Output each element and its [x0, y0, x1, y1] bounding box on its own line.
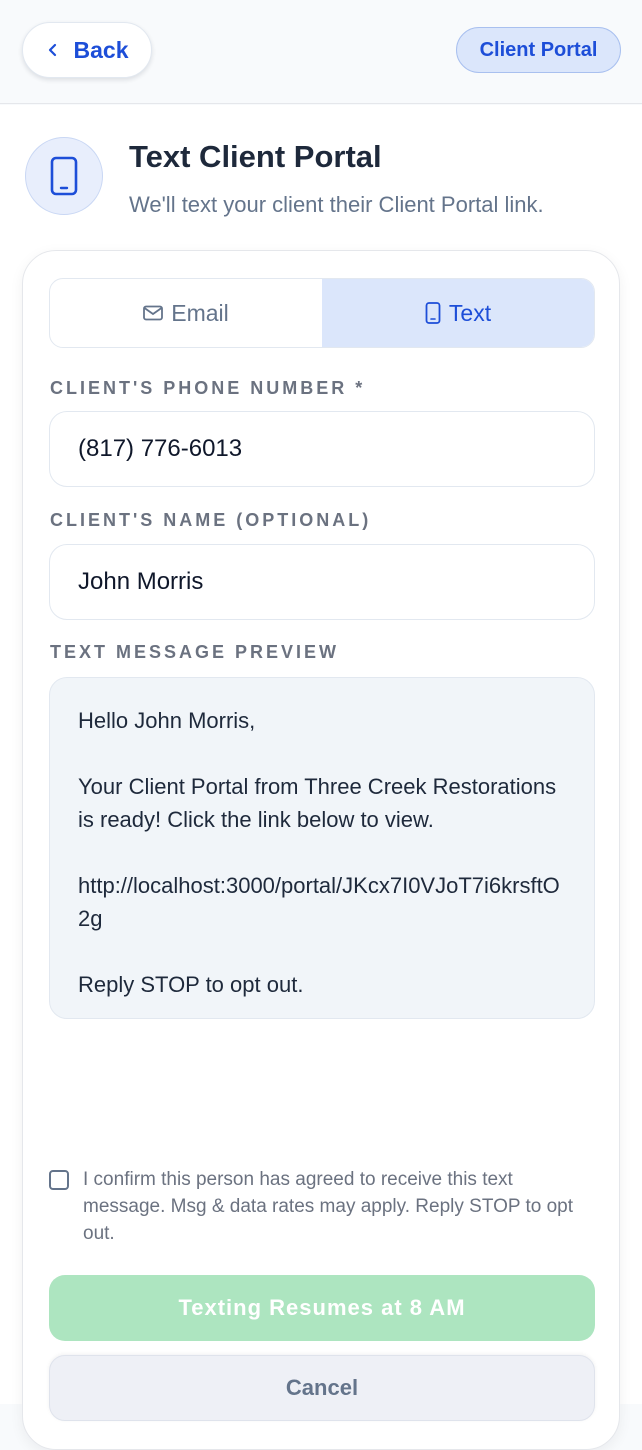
mail-icon — [143, 305, 164, 321]
top-bar: Back Client Portal — [0, 0, 642, 104]
page-subtitle: We'll text your client their Client Port… — [129, 192, 544, 217]
cancel-button[interactable]: Cancel — [49, 1355, 595, 1421]
tab-email[interactable]: Email — [50, 279, 322, 347]
tab-text-label: Text — [448, 299, 492, 326]
text-portal-page: Text Client Portal We'll text your clien… — [0, 105, 642, 1450]
tab-text[interactable]: Text — [322, 279, 594, 347]
message-preview: Hello John Morris, Your Client Portal fr… — [49, 677, 595, 1019]
preview-link: http://localhost:3000/portal/JKcx7I0VJoT… — [78, 873, 560, 931]
client-name-input[interactable]: John Morris — [49, 544, 595, 620]
send-text-button[interactable]: Texting Resumes at 8 AM — [49, 1275, 595, 1341]
phone-number-label: CLIENT'S PHONE NUMBER * — [50, 378, 366, 398]
back-button-label: Back — [73, 36, 129, 63]
client-name-label: CLIENT'S NAME (OPTIONAL) — [50, 510, 372, 530]
phone-icon — [425, 302, 441, 324]
phone-icon — [50, 156, 78, 196]
phone-number-input[interactable]: (817) 776-6013 — [49, 411, 595, 487]
client-portal-badge[interactable]: Client Portal — [456, 27, 621, 73]
header-phone-icon — [25, 137, 103, 215]
delivery-method-tabs: Email Text — [49, 278, 595, 348]
client-portal-badge-label: Client Portal — [479, 38, 598, 61]
chevron-left-icon — [48, 43, 56, 57]
preview-body: Your Client Portal from Three Creek Rest… — [78, 774, 557, 832]
page-title: Text Client Portal — [129, 139, 382, 174]
preview-footer: Reply STOP to opt out. — [78, 972, 304, 997]
preview-greeting: Hello John Morris, — [78, 708, 256, 733]
consent-row: I confirm this person has agreed to rece… — [49, 1166, 595, 1247]
send-card: Email Text CLIENT'S PHONE NUMBER * (817)… — [22, 250, 620, 1450]
tab-email-label: Email — [171, 299, 229, 326]
consent-checkbox[interactable] — [49, 1170, 69, 1190]
back-button[interactable]: Back — [22, 22, 152, 78]
message-preview-label: TEXT MESSAGE PREVIEW — [50, 642, 340, 662]
consent-text: I confirm this person has agreed to rece… — [83, 1169, 574, 1244]
